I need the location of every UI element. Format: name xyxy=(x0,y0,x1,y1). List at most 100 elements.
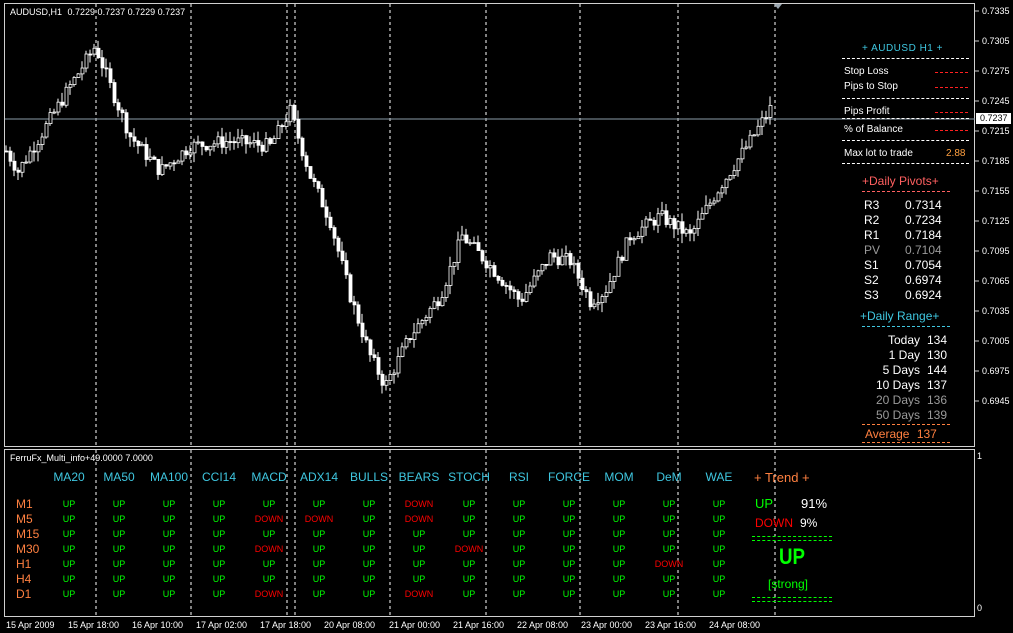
signal-cell: UP xyxy=(562,544,576,554)
candle-body xyxy=(740,147,745,160)
candle-body xyxy=(256,140,261,146)
candle-body xyxy=(128,132,133,138)
info-divider xyxy=(842,118,969,119)
time-axis: 15 Apr 2009 15 Apr 18:00 16 Apr 10:00 17 Ap… xyxy=(0,618,976,633)
candle-body xyxy=(676,221,681,230)
candle-body xyxy=(668,218,673,225)
candle-body xyxy=(184,150,189,156)
candle-body xyxy=(212,143,217,147)
candle-body xyxy=(628,237,633,241)
average-value: 137 xyxy=(916,427,937,441)
candle-body xyxy=(556,256,561,266)
signal-cell: UP xyxy=(562,529,576,539)
candle-body xyxy=(32,150,37,153)
candle-body xyxy=(564,253,569,257)
signal-cell: UP xyxy=(662,574,676,584)
range-label: Today xyxy=(887,333,920,347)
indicator-column-header: RSI xyxy=(508,470,529,484)
candle-body xyxy=(28,150,33,163)
pivot-row: PV 0.7104 xyxy=(862,243,954,258)
candle-body xyxy=(572,262,577,266)
candle-body xyxy=(468,242,473,245)
price-tick-label: 0.7335 xyxy=(982,6,1010,16)
signal-cell: UP xyxy=(412,559,426,569)
candle-body xyxy=(80,67,85,75)
candle-body xyxy=(8,150,13,162)
indicator-column-header: BULLS xyxy=(349,470,389,484)
range-label: 1 Day xyxy=(888,348,920,362)
candle-body xyxy=(404,338,409,348)
price-tick-label: 0.7185 xyxy=(982,156,1010,166)
signal-cell: UP xyxy=(562,589,576,599)
time-tick-label: 22 Apr 08:00 xyxy=(517,620,569,630)
candle-body xyxy=(616,256,621,277)
range-value: 134 xyxy=(927,333,948,347)
signal-cell: UP xyxy=(262,529,276,539)
signal-cell: DOWN xyxy=(254,514,284,524)
candle-body xyxy=(452,262,457,267)
candle-body xyxy=(116,102,121,111)
candle-body xyxy=(48,112,53,124)
candle-body xyxy=(192,141,197,154)
signal-cell: UP xyxy=(462,589,476,599)
candle-body xyxy=(232,141,237,144)
pips-to-stop-label: Pips to Stop xyxy=(844,81,898,92)
candle-body xyxy=(744,146,749,149)
candle-body xyxy=(324,206,329,218)
pivots-table: R3 0.7314 R2 0.7234 R1 0.7184 PV 0.7104 S1 0.7054… xyxy=(862,198,954,303)
signal-cell: UP xyxy=(212,544,226,554)
candle-body xyxy=(176,160,181,164)
indicator-column-header: MA20 xyxy=(53,470,85,484)
candle-body xyxy=(304,155,309,167)
signal-cell: UP xyxy=(212,529,226,539)
signal-cell: UP xyxy=(412,544,426,554)
signal-cell: UP xyxy=(212,559,226,569)
candle-body xyxy=(320,187,325,208)
range-label: 20 Days xyxy=(875,393,920,407)
trend-divider-top xyxy=(752,536,832,541)
balance-label: % of Balance xyxy=(844,124,903,135)
signal-cell: UP xyxy=(612,514,626,524)
candle-body xyxy=(608,281,613,293)
time-tick-label: 20 Apr 08:00 xyxy=(324,620,376,630)
balance-value-line xyxy=(935,130,968,131)
candle-body xyxy=(460,234,465,241)
average-label: Average xyxy=(865,427,910,441)
candle-body xyxy=(540,264,545,272)
pivot-value: 0.7184 xyxy=(905,228,942,242)
candle-body xyxy=(224,141,229,148)
candle-body xyxy=(204,146,209,151)
candle-body xyxy=(640,226,645,237)
signal-cell: UP xyxy=(312,529,326,539)
signal-cell: UP xyxy=(562,559,576,569)
stop-loss-label: Stop Loss xyxy=(844,66,889,77)
signal-cell: UP xyxy=(562,574,576,584)
candle-body xyxy=(496,276,501,281)
indicator-column-header: STOCH xyxy=(448,470,490,484)
signal-cell: UP xyxy=(62,529,76,539)
signal-cell: UP xyxy=(162,559,176,569)
timeframe-label: M30 xyxy=(16,542,40,556)
candle-body xyxy=(276,125,281,140)
candle-body xyxy=(724,178,729,189)
signal-cell: UP xyxy=(462,529,476,539)
signal-cell: UP xyxy=(712,559,726,569)
indicator-title: FerruFx_Multi_info+49.0000 7.0000 xyxy=(10,453,153,464)
pivots-header: +Daily Pivots+ xyxy=(862,174,939,188)
candle-body xyxy=(552,252,557,258)
candle-body xyxy=(180,150,185,162)
candle-body xyxy=(752,134,757,137)
candle-body xyxy=(148,156,153,160)
candle-body xyxy=(84,53,89,69)
candle-body xyxy=(576,262,581,279)
candle-body xyxy=(620,256,625,261)
trend-down-pct: 9% xyxy=(800,516,818,530)
range-label: 10 Days xyxy=(875,378,920,392)
signal-cell: UP xyxy=(712,529,726,539)
candle-body xyxy=(72,77,77,85)
price-tick-label: 0.6945 xyxy=(982,396,1010,406)
range-label: 50 Days xyxy=(875,408,920,422)
time-tick-label: 24 Apr 08:00 xyxy=(709,620,761,630)
indicator-column-header: MA50 xyxy=(103,470,135,484)
range-row: 1 Day 130 xyxy=(850,348,952,363)
